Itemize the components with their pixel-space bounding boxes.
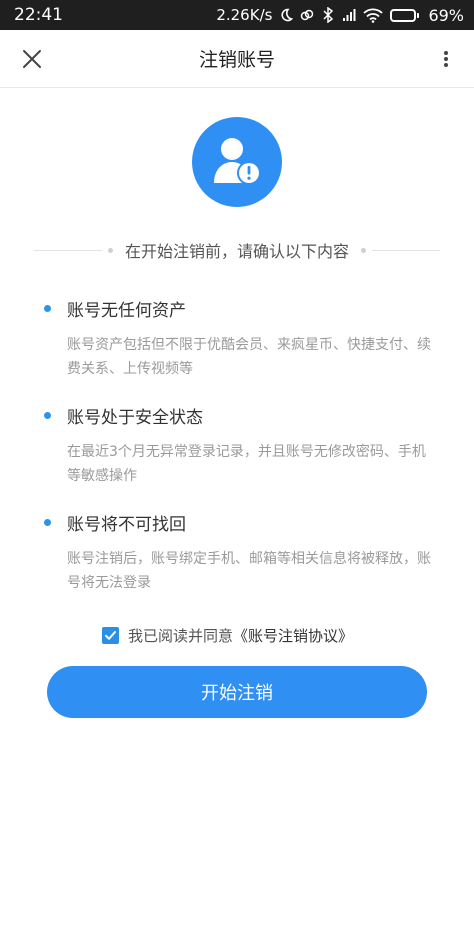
moon-icon [279,7,294,23]
start-cancellation-button[interactable]: 开始注销 [47,666,427,718]
bullet-dot [44,412,51,419]
status-time: 22:41 [14,5,63,25]
condition-item: 账号将不可找回 账号注销后，账号绑定手机、邮箱等相关信息将被释放，账号将无法登录 [44,510,444,595]
divider-dot [108,247,113,253]
condition-title: 账号无任何资产 [67,301,186,321]
more-icon[interactable] [434,47,458,71]
condition-item: 账号处于安全状态 在最近3个月无异常登录记录，并且账号无修改密码、手机等敏感操作 [44,403,444,488]
divider-right [372,249,441,251]
agreement-checkbox[interactable] [102,626,119,644]
battery-icon [390,8,420,22]
status-icons: 2.26K/s 69% [216,6,464,25]
agreement-text: 我已阅读并同意 [128,626,234,645]
link-icon [300,7,314,23]
condition-desc: 账号资产包括但不限于优酷会员、来疯星币、快捷支付、续费关系、上传视频等 [67,337,431,377]
close-icon[interactable] [20,47,44,71]
condition-title: 账号处于安全状态 [67,408,203,428]
notice-heading-text: 在开始注销前，请确认以下内容 [125,242,350,261]
divider-dot [361,247,367,253]
divider-left [34,249,102,251]
agreement-row: 我已阅读并同意 《账号注销协议》 [102,624,353,646]
bullet-dot [44,305,51,312]
status-bar: 22:41 2.26K/s 69% [0,0,474,30]
condition-desc: 在最近3个月无异常登录记录，并且账号无修改密码、手机等敏感操作 [67,444,426,484]
network-speed: 2.26K/s [216,6,273,24]
signal-icon [342,7,356,23]
account-warning-icon [192,117,282,207]
condition-desc: 账号注销后，账号绑定手机、邮箱等相关信息将被释放，账号将无法登录 [67,551,431,591]
page-title: 注销账号 [198,49,275,71]
bullet-dot [44,519,51,526]
agreement-link[interactable]: 《账号注销协议》 [233,625,353,646]
condition-title: 账号将不可找回 [67,515,186,535]
wifi-icon [363,7,384,23]
notice-heading: 在开始注销前，请确认以下内容 [34,237,441,263]
nav-bar: 注销账号 [0,30,474,88]
bluetooth-icon [321,7,335,23]
condition-item: 账号无任何资产 账号资产包括但不限于优酷会员、来疯星币、快捷支付、续费关系、上传… [44,296,444,381]
battery-percent: 69% [428,5,464,25]
